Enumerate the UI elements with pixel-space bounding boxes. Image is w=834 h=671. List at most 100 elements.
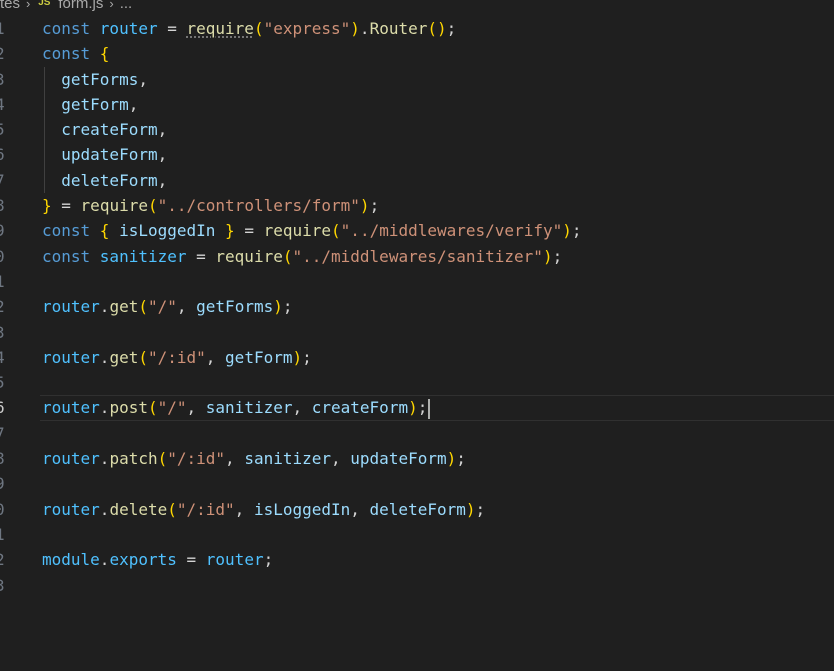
code-line[interactable]: 3 getForms, — [0, 67, 834, 92]
line-number: 0 — [0, 497, 7, 522]
code-token: sanitizer — [205, 398, 293, 418]
code-token: ; — [456, 449, 466, 469]
code-token: . — [99, 550, 110, 570]
code-token: } — [42, 196, 52, 216]
code-line[interactable]: 8} = require("../controllers/form"); — [0, 193, 834, 218]
line-number: 9 — [0, 218, 7, 243]
code-token: { — [99, 221, 110, 241]
code-token: = — [234, 221, 264, 241]
code-token: delete — [109, 499, 168, 519]
code-line[interactable]: 9 — [0, 471, 834, 496]
code-token: ) — [273, 297, 283, 317]
code-line[interactable]: 1 — [0, 522, 834, 547]
code-text: const router = require("express").Router… — [42, 16, 456, 41]
code-token: , — [138, 69, 148, 89]
code-token: "express" — [263, 19, 351, 38]
breadcrumb-file[interactable]: form.js — [58, 0, 103, 12]
code-token: deleteForm — [61, 170, 158, 190]
code-text: const { — [42, 41, 109, 66]
line-number: 2 — [0, 41, 7, 66]
breadcrumb-folder[interactable]: tes — [0, 0, 20, 12]
code-token: ( — [331, 221, 341, 241]
code-token: ) — [408, 398, 418, 418]
line-number: 5 — [0, 370, 7, 395]
code-line[interactable]: 6 updateForm, — [0, 142, 834, 167]
line-number: 6 — [0, 395, 7, 420]
code-token: getForm — [225, 347, 293, 367]
code-token: "../middlewares/sanitizer" — [292, 246, 543, 266]
code-token: module — [42, 550, 100, 570]
line-number: 7 — [0, 168, 7, 193]
code-token: post — [109, 398, 148, 418]
code-line[interactable]: 7 — [0, 421, 834, 446]
code-line[interactable]: 2 const { — [0, 41, 834, 66]
code-token: isLoggedIn — [119, 221, 216, 241]
code-text: router.post("/", sanitizer, createForm); — [42, 395, 431, 420]
code-token: const — [42, 246, 100, 266]
code-token: router — [205, 550, 264, 570]
line-number: 9 — [0, 471, 7, 496]
code-line[interactable]: 6 router.post("/", sanitizer, createForm)… — [0, 395, 834, 422]
code-token: , — [157, 145, 168, 165]
code-token: router — [42, 398, 100, 418]
code-token: const — [42, 221, 100, 241]
code-token: getForms — [61, 69, 139, 89]
code-line[interactable]: 1 — [0, 269, 834, 294]
code-token: ( — [138, 347, 148, 367]
code-token: . — [99, 499, 110, 519]
code-line[interactable]: 1 const router = require("express").Route… — [0, 16, 834, 41]
code-token: "/:id" — [167, 449, 226, 469]
breadcrumb-symbols[interactable]: ... — [120, 0, 133, 12]
code-token: updateForm — [350, 449, 447, 469]
code-token: createForm — [311, 398, 409, 418]
code-text: getForm, — [42, 92, 138, 117]
code-token: . — [99, 347, 110, 367]
line-number: 7 — [0, 421, 7, 446]
code-token: isLoggedIn — [253, 499, 351, 519]
code-line[interactable]: 2 router.get("/", getForms); — [0, 294, 834, 319]
code-line[interactable]: 2 module.exports = router; — [0, 547, 834, 572]
code-line[interactable]: 5 — [0, 370, 834, 395]
code-line[interactable]: 4 router.get("/:id", getForm); — [0, 345, 834, 370]
code-text: module.exports = router; — [42, 547, 273, 572]
code-token: } — [225, 221, 235, 241]
code-token: sanitizer — [244, 449, 332, 469]
code-token: = — [51, 196, 81, 216]
line-number: 5 — [0, 117, 7, 142]
line-number: 2 — [0, 547, 7, 572]
code-token: . — [99, 398, 110, 418]
code-token: . — [99, 449, 110, 469]
code-token: Router — [369, 19, 428, 38]
code-token: , — [225, 449, 245, 469]
code-token: () — [427, 19, 447, 38]
code-token: get — [109, 347, 139, 367]
code-token: = — [186, 246, 216, 266]
code-token: require — [215, 246, 283, 266]
code-token: createForm — [61, 120, 158, 140]
code-token: { — [99, 44, 110, 64]
chevron-right-icon: › — [26, 0, 31, 11]
line-number: 4 — [0, 92, 7, 117]
code-token: ) — [350, 19, 360, 38]
code-line[interactable]: 0 router.delete("/:id", isLoggedIn, delet… — [0, 497, 834, 522]
line-number: 8 — [0, 193, 7, 218]
code-line[interactable]: 4 getForm, — [0, 92, 834, 117]
code-line[interactable]: 5 createForm, — [0, 117, 834, 142]
code-line[interactable]: 3 — [0, 320, 834, 345]
code-token: , — [128, 94, 139, 114]
code-token: , — [157, 120, 168, 140]
code-line[interactable]: 7 deleteForm, — [0, 168, 834, 193]
code-token: ; — [302, 347, 312, 367]
code-token: ; — [571, 221, 582, 241]
code-text: const sanitizer = require("../middleware… — [42, 244, 562, 269]
code-line[interactable]: 9 const { isLoggedIn } = require("../midd… — [0, 218, 834, 243]
line-number: 1 — [0, 16, 7, 41]
code-editor[interactable]: 1const router = require("express").Route… — [0, 16, 834, 598]
code-token: ) — [562, 221, 572, 241]
code-line[interactable]: 8 router.patch("/:id", sanitizer, updateF… — [0, 446, 834, 471]
text-cursor — [428, 398, 431, 419]
code-token: router — [42, 449, 100, 469]
code-line[interactable]: 0 const sanitizer = require("../middlewar… — [0, 244, 834, 269]
code-line[interactable]: 3 — [0, 573, 834, 598]
